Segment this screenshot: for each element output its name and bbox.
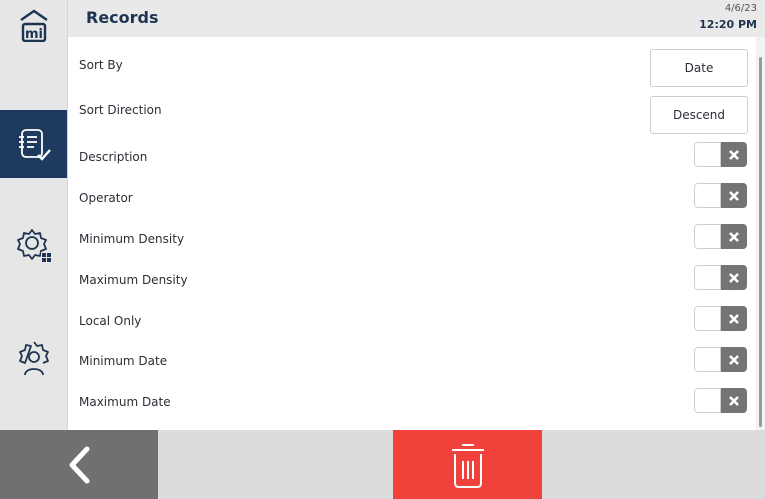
maximum-date-toggle[interactable] — [694, 388, 747, 413]
close-icon — [729, 231, 739, 242]
operator-toggle[interactable] — [694, 183, 747, 208]
user-settings-nav-button[interactable] — [0, 325, 67, 390]
delete-records-button[interactable] — [393, 430, 542, 499]
vertical-scrollbar[interactable] — [757, 37, 765, 430]
minimum-density-label: Minimum Density — [79, 232, 185, 246]
sidebar: mi — [0, 0, 68, 430]
records-check-icon — [18, 129, 51, 161]
description-toggle[interactable] — [694, 142, 747, 167]
close-icon — [729, 149, 739, 160]
footer-bar — [0, 430, 765, 499]
date-display: 4/6/23 — [724, 3, 757, 14]
page-title: Records — [86, 8, 159, 27]
maximum-date-label: Maximum Date — [79, 395, 171, 409]
minimum-density-toggle[interactable] — [694, 224, 747, 249]
minimum-date-toggle[interactable] — [694, 347, 747, 372]
time-display: 12:20 PM — [699, 18, 757, 31]
sort-by-button[interactable]: Date — [650, 49, 748, 87]
local-only-toggle[interactable] — [694, 306, 747, 331]
minimum-date-label: Minimum Date — [79, 354, 168, 368]
close-icon — [729, 395, 739, 406]
header-bar: Records 4/6/23 12:20 PM — [68, 0, 765, 37]
close-icon — [729, 272, 739, 283]
trash-icon — [451, 443, 484, 488]
back-button[interactable] — [0, 430, 158, 499]
records-nav-button[interactable] — [0, 110, 67, 178]
close-icon — [729, 313, 739, 324]
home-logo-icon: mi — [19, 9, 48, 42]
sort-by-label: Sort By — [79, 58, 123, 72]
maximum-density-label: Maximum Density — [79, 273, 188, 287]
description-label: Description — [79, 150, 148, 164]
close-icon — [729, 354, 739, 365]
local-only-label: Local Only — [79, 314, 142, 328]
chevron-left-icon — [69, 446, 90, 483]
operator-label: Operator — [79, 191, 133, 205]
device-settings-nav-button[interactable] — [0, 215, 67, 275]
gear-user-icon — [18, 340, 49, 375]
sort-direction-label: Sort Direction — [79, 103, 162, 117]
gear-grid-icon — [16, 229, 52, 263]
maximum-density-toggle[interactable] — [694, 265, 747, 290]
close-icon — [729, 190, 739, 201]
records-settings-panel: Sort By Date Sort Direction Descend Desc… — [68, 37, 756, 430]
svg-text:mi: mi — [24, 27, 42, 42]
sort-direction-button[interactable]: Descend — [650, 96, 748, 134]
scrollbar-thumb[interactable] — [759, 57, 762, 427]
home-nav-button[interactable]: mi — [0, 0, 67, 50]
